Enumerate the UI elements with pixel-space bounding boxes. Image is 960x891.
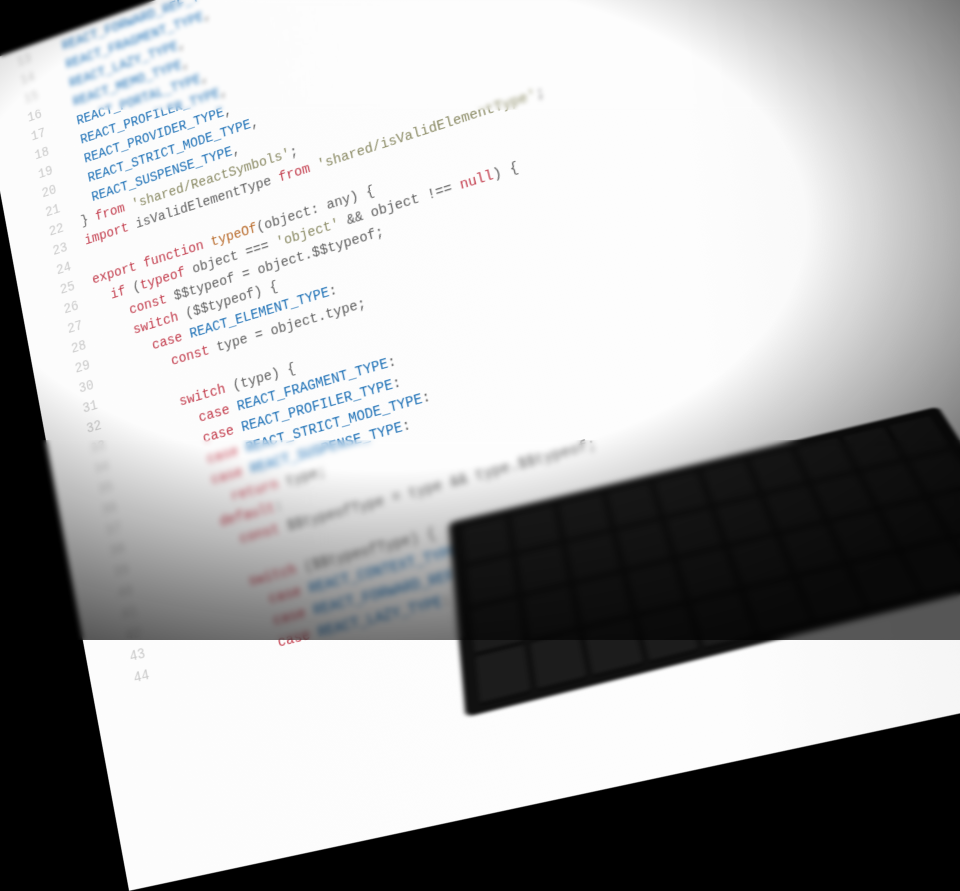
depth-blur-top bbox=[0, 0, 960, 110]
depth-blur-bottom bbox=[0, 440, 960, 640]
